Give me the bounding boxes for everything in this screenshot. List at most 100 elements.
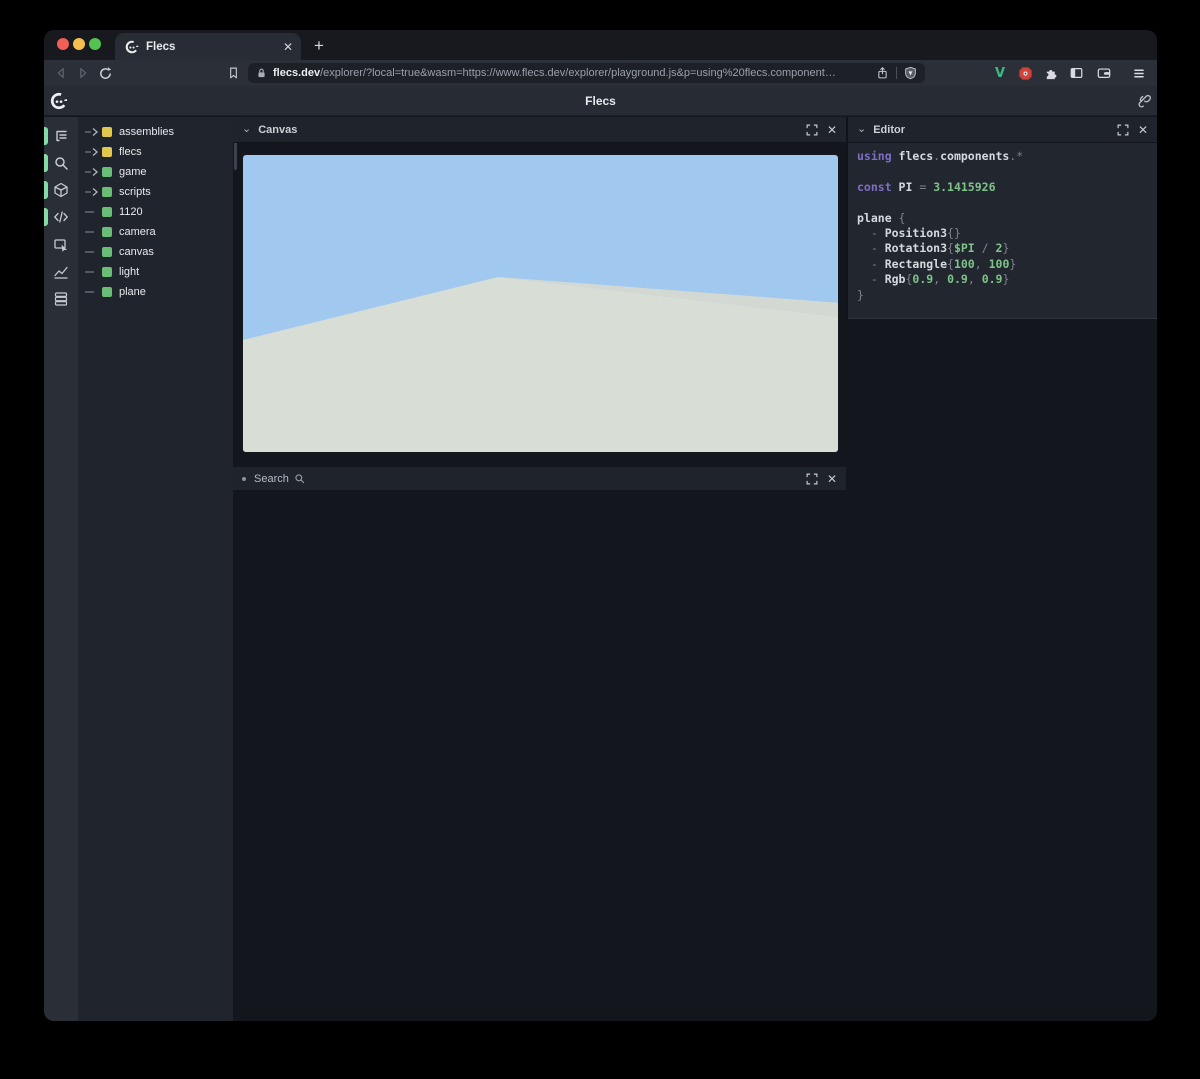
sidebar-item-search[interactable] — [44, 150, 78, 176]
url-bar[interactable]: flecs.dev/explorer/?local=true&wasm=http… — [248, 63, 925, 83]
expand-chevron-icon[interactable] — [85, 127, 102, 137]
expand-chevron-icon[interactable] — [85, 147, 102, 157]
entity-color-square — [102, 207, 112, 217]
main-area: ⌄ Canvas ✕ — [233, 117, 1157, 1021]
expand-chevron-icon[interactable] — [85, 167, 102, 177]
canvas-panel: ⌄ Canvas ✕ — [233, 117, 846, 143]
url-text: flecs.dev/explorer/?local=true&wasm=http… — [273, 67, 876, 79]
tab-bar: Flecs ✕ + — [44, 30, 1157, 60]
code-line: } — [857, 288, 1149, 303]
reload-icon[interactable] — [94, 63, 116, 83]
tree-row-label: game — [119, 166, 147, 178]
tree-row[interactable]: game — [78, 162, 233, 182]
v-extension-icon[interactable]: V — [989, 63, 1011, 83]
editor-body: using flecs.components.* const PI = 3.14… — [848, 143, 1157, 319]
app-content: assemblies flecs game scripts 1120 camera canv… — [44, 117, 1157, 1021]
bookmark-icon[interactable] — [222, 63, 244, 83]
sidebar-item-queries[interactable] — [44, 286, 78, 312]
new-tab-button[interactable]: + — [306, 33, 332, 59]
back-icon[interactable] — [50, 63, 72, 83]
tab-title: Flecs — [146, 41, 283, 53]
tree-row[interactable]: camera — [78, 222, 233, 242]
collapsed-dot-icon[interactable] — [242, 477, 246, 481]
search-icon — [294, 473, 305, 484]
tree-row-label: 1120 — [119, 206, 143, 218]
tree-row[interactable]: flecs — [78, 142, 233, 162]
leaf-dash-icon — [85, 267, 102, 277]
share-link-icon[interactable] — [1135, 93, 1151, 109]
close-window-button[interactable] — [57, 38, 69, 50]
forward-icon[interactable] — [72, 63, 94, 83]
tree-row[interactable]: plane — [78, 282, 233, 302]
tree-row[interactable]: canvas — [78, 242, 233, 262]
editor-panel-title: Editor — [873, 124, 1117, 136]
canvas-3d-view[interactable] — [241, 153, 840, 454]
sidebar-item-inspector[interactable] — [44, 232, 78, 258]
editor-panel-header[interactable]: ⌄ Editor ✕ — [848, 117, 1157, 143]
fullscreen-icon[interactable] — [806, 124, 818, 136]
browser-tab[interactable]: Flecs ✕ — [115, 33, 301, 60]
close-icon[interactable]: ✕ — [1138, 123, 1148, 137]
tree-row-label: scripts — [119, 186, 151, 198]
active-indicator — [44, 127, 48, 145]
wallet-icon[interactable] — [1093, 63, 1115, 83]
code-line — [857, 195, 1149, 210]
active-indicator — [44, 208, 48, 226]
flecs-favicon — [125, 40, 139, 54]
tree-row[interactable]: assemblies — [78, 122, 233, 142]
minimize-window-button[interactable] — [73, 38, 85, 50]
sidebar-item-entities[interactable] — [44, 177, 78, 203]
close-icon[interactable]: ✕ — [827, 123, 837, 137]
entity-color-square — [102, 267, 112, 277]
url-domain: flecs.dev — [273, 67, 320, 79]
search-panel-header[interactable]: Search ✕ — [233, 467, 846, 491]
sidebar-toggle-icon[interactable] — [1065, 63, 1087, 83]
entity-color-square — [102, 227, 112, 237]
page-title: Flecs — [44, 86, 1157, 116]
canvas-panel-header[interactable]: ⌄ Canvas ✕ — [233, 117, 846, 143]
fullscreen-icon[interactable] — [806, 473, 818, 485]
code-line: using flecs.components.* — [857, 149, 1149, 164]
scene-svg — [243, 155, 840, 454]
entity-color-square — [102, 247, 112, 257]
tree-row-label: canvas — [119, 246, 154, 258]
code-line: - Position3{} — [857, 226, 1149, 241]
red-extension-icon[interactable] — [1014, 63, 1036, 83]
navigation-bar: flecs.dev/explorer/?local=true&wasm=http… — [44, 60, 1157, 86]
brave-shield-icon[interactable] — [904, 66, 917, 80]
chevron-down-icon[interactable]: ⌄ — [242, 122, 251, 135]
tree-row[interactable]: light — [78, 262, 233, 282]
code-line: const PI = 3.1415926 — [857, 180, 1149, 195]
url-bar-divider — [896, 67, 897, 79]
active-indicator — [44, 154, 48, 172]
sidebar-item-code[interactable] — [44, 204, 78, 230]
tree-list: assemblies flecs game scripts 1120 camera canv… — [78, 122, 233, 302]
code-line: - Rotation3{$PI / 2} — [857, 241, 1149, 256]
close-icon[interactable]: ✕ — [827, 472, 837, 486]
leaf-dash-icon — [85, 227, 102, 237]
zoom-window-button[interactable] — [89, 38, 101, 50]
url-path: /explorer/?local=true&wasm=https://www.f… — [320, 67, 836, 79]
editor-panel: ⌄ Editor ✕ using flecs.components.* cons… — [846, 117, 1157, 319]
tree-row[interactable]: 1120 — [78, 202, 233, 222]
entity-color-square — [102, 287, 112, 297]
share-icon[interactable] — [876, 66, 889, 80]
tree-row[interactable]: scripts — [78, 182, 233, 202]
expand-chevron-icon[interactable] — [85, 187, 102, 197]
chevron-down-icon[interactable]: ⌄ — [857, 122, 866, 135]
extensions-puzzle-icon[interactable] — [1040, 63, 1062, 83]
code-editor[interactable]: using flecs.components.* const PI = 3.14… — [857, 149, 1149, 303]
tree-row-label: light — [119, 266, 139, 278]
menu-hamburger-icon[interactable] — [1128, 63, 1150, 83]
entity-color-square — [102, 167, 112, 177]
fullscreen-icon[interactable] — [1117, 124, 1129, 136]
canvas-panel-title: Canvas — [258, 124, 806, 136]
tree-row-label: flecs — [119, 146, 142, 158]
tab-close-icon[interactable]: ✕ — [283, 40, 293, 54]
tree-row-label: assemblies — [119, 126, 174, 138]
sidebar-item-tree[interactable] — [44, 123, 78, 149]
sidebar-item-stats[interactable] — [44, 259, 78, 285]
icon-sidebar — [44, 117, 78, 1021]
tree-panel: assemblies flecs game scripts 1120 camera canv… — [78, 117, 233, 1021]
entity-color-square — [102, 187, 112, 197]
